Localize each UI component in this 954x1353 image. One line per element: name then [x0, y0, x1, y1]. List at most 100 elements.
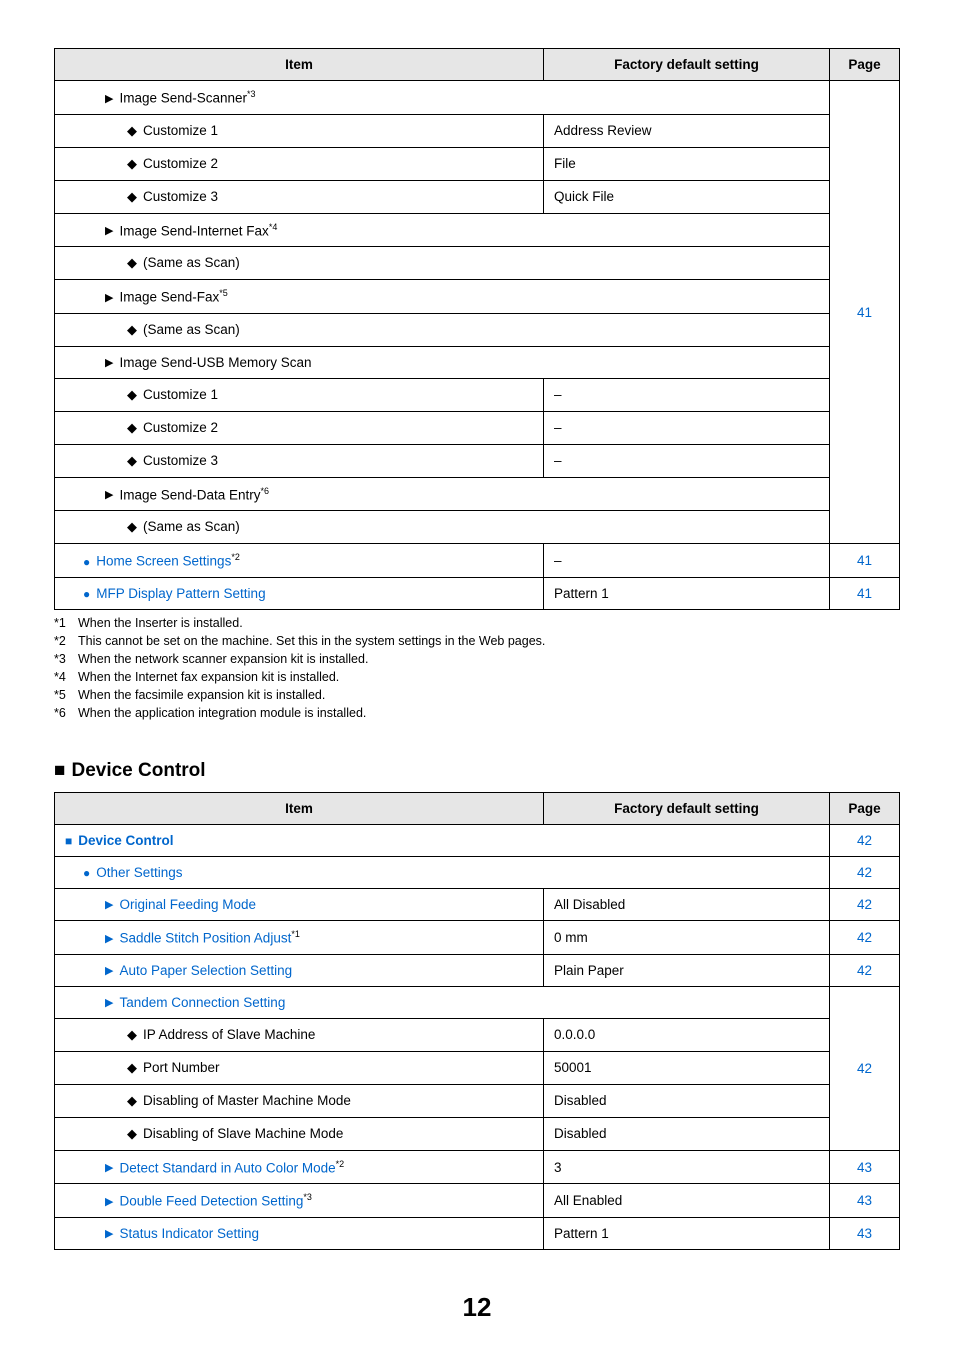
page-ref[interactable]: 42: [830, 857, 900, 889]
footnote-text: When the network scanner expansion kit i…: [78, 650, 368, 668]
table-row: Original Feeding Mode All Disabled 42: [55, 889, 900, 921]
table-row: Status Indicator Setting Pattern 1 43: [55, 1217, 900, 1249]
triangle-icon: [105, 897, 119, 912]
page-ref[interactable]: 41: [830, 81, 900, 544]
table-row: Tandem Connection Setting 42: [55, 986, 900, 1018]
item-label: Customize 1: [143, 123, 218, 138]
diamond-icon: [127, 255, 143, 270]
col-header-page: Page: [830, 793, 900, 825]
footnote-key: *1: [54, 614, 78, 632]
status-indicator-link[interactable]: Status Indicator Setting: [119, 1226, 259, 1241]
diamond-icon: [127, 1027, 143, 1042]
table-row: Image Send-Scanner*3 41: [55, 81, 900, 115]
triangle-icon: [105, 487, 119, 502]
page-ref[interactable]: 42: [830, 986, 900, 1150]
table-row: MFP Display Pattern Setting Pattern 1 41: [55, 577, 900, 609]
diamond-icon: [127, 453, 143, 468]
device-control-link[interactable]: Device Control: [78, 833, 173, 848]
footnote-text: When the Internet fax expansion kit is i…: [78, 668, 339, 686]
table-row: Customize 2 –: [55, 411, 900, 444]
saddle-stitch-link[interactable]: Saddle Stitch Position Adjust: [119, 931, 291, 946]
tandem-connection-link[interactable]: Tandem Connection Setting: [119, 995, 285, 1010]
diamond-icon: [127, 1093, 143, 1108]
footnote-ref: *4: [269, 222, 278, 232]
page-ref[interactable]: 41: [830, 544, 900, 578]
footnote-text: When the application integration module …: [78, 704, 366, 722]
diamond-icon: [127, 1060, 143, 1075]
triangle-icon: [105, 223, 119, 238]
item-label: Image Send-Data Entry: [119, 487, 260, 502]
item-label: Image Send-Scanner: [119, 91, 247, 106]
col-header-item: Item: [55, 49, 544, 81]
footnote-text: This cannot be set on the machine. Set t…: [78, 632, 545, 650]
double-feed-link[interactable]: Double Feed Detection Setting: [119, 1194, 303, 1209]
triangle-icon: [105, 1194, 119, 1209]
footnote-key: *3: [54, 650, 78, 668]
default-value: –: [544, 444, 830, 477]
table-row: Image Send-USB Memory Scan: [55, 346, 900, 378]
item-label: Image Send-Fax: [119, 290, 219, 305]
other-settings-link[interactable]: Other Settings: [96, 865, 182, 880]
default-value: Pattern 1: [544, 577, 830, 609]
auto-paper-link[interactable]: Auto Paper Selection Setting: [119, 963, 292, 978]
item-label: Image Send-Internet Fax: [119, 223, 268, 238]
triangle-icon: [105, 1226, 119, 1241]
table-row: IP Address of Slave Machine 0.0.0.0: [55, 1018, 900, 1051]
item-label: Image Send-USB Memory Scan: [119, 355, 311, 370]
page-ref[interactable]: 43: [830, 1150, 900, 1184]
page-ref[interactable]: 42: [830, 825, 900, 857]
default-value: –: [544, 544, 830, 578]
table-row: Other Settings 42: [55, 857, 900, 889]
item-label: (Same as Scan): [143, 255, 240, 270]
footnote-ref: *3: [303, 1192, 312, 1202]
item-label: Port Number: [143, 1060, 220, 1075]
item-label: Customize 3: [143, 453, 218, 468]
page-ref[interactable]: 43: [830, 1184, 900, 1218]
footnote-key: *5: [54, 686, 78, 704]
default-value: File: [544, 147, 830, 180]
detect-standard-link[interactable]: Detect Standard in Auto Color Mode: [119, 1160, 335, 1175]
col-header-page: Page: [830, 49, 900, 81]
footnote-ref: *5: [219, 288, 228, 298]
triangle-icon: [105, 995, 119, 1010]
item-label: Disabling of Master Machine Mode: [143, 1093, 351, 1108]
mfp-display-pattern-link[interactable]: MFP Display Pattern Setting: [96, 586, 265, 601]
triangle-icon: [105, 1160, 119, 1175]
table-row: Auto Paper Selection Setting Plain Paper…: [55, 954, 900, 986]
page-ref[interactable]: 43: [830, 1217, 900, 1249]
triangle-icon: [105, 963, 119, 978]
page-ref[interactable]: 42: [830, 889, 900, 921]
table-row: Disabling of Slave Machine Mode Disabled: [55, 1117, 900, 1150]
settings-table-2: Item Factory default setting Page Device…: [54, 792, 900, 1250]
diamond-icon: [127, 387, 143, 402]
table-row: Customize 2 File: [55, 147, 900, 180]
settings-table-1: Item Factory default setting Page Image …: [54, 48, 900, 610]
table-row: (Same as Scan): [55, 511, 900, 544]
item-label: Disabling of Slave Machine Mode: [143, 1126, 343, 1141]
footnotes: *1When the Inserter is installed. *2This…: [54, 614, 900, 723]
home-screen-settings-link[interactable]: Home Screen Settings: [96, 554, 231, 569]
item-label: Customize 2: [143, 156, 218, 171]
table-row: Device Control 42: [55, 825, 900, 857]
table-row: Customize 1 –: [55, 378, 900, 411]
table-row: Customize 3 –: [55, 444, 900, 477]
circle-icon: [83, 586, 96, 601]
table-row: Home Screen Settings*2 – 41: [55, 544, 900, 578]
original-feeding-mode-link[interactable]: Original Feeding Mode: [119, 897, 256, 912]
square-icon: [65, 833, 78, 848]
page-ref[interactable]: 42: [830, 954, 900, 986]
page-ref[interactable]: 42: [830, 921, 900, 955]
default-value: 50001: [544, 1051, 830, 1084]
table-row: (Same as Scan): [55, 247, 900, 280]
default-value: 0 mm: [544, 921, 830, 955]
default-value: Pattern 1: [544, 1217, 830, 1249]
footnote-ref: *3: [247, 89, 256, 99]
page-ref[interactable]: 41: [830, 577, 900, 609]
default-value: All Enabled: [544, 1184, 830, 1218]
triangle-icon: [105, 290, 119, 305]
footnote-key: *4: [54, 668, 78, 686]
footnote-key: *2: [54, 632, 78, 650]
diamond-icon: [127, 123, 143, 138]
page-number: 12: [54, 1292, 900, 1323]
table-row: Detect Standard in Auto Color Mode*2 3 4…: [55, 1150, 900, 1184]
